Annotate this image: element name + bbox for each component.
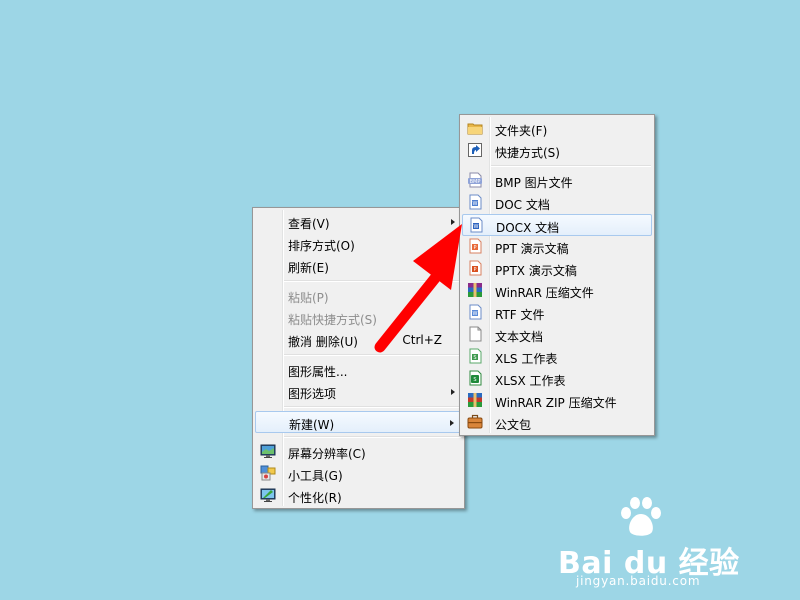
menu-item-label: DOC 文档 xyxy=(495,198,550,212)
menu-item-label: RTF 文件 xyxy=(495,308,545,322)
menu-item-label: 撤消 删除(U) xyxy=(288,335,358,349)
menu-item-label: WinRAR ZIP 压缩文件 xyxy=(495,396,617,410)
submenu-item-xls[interactable]: S XLS 工作表 xyxy=(462,346,652,368)
menu-item-label: 快捷方式(S) xyxy=(495,146,560,160)
menu-item-new[interactable]: 新建(W) xyxy=(255,411,462,433)
gadgets-icon xyxy=(260,465,276,481)
svg-text:BMP: BMP xyxy=(470,179,481,185)
shortcut-icon xyxy=(467,142,483,158)
svg-text:S: S xyxy=(473,377,476,383)
menu-separator xyxy=(284,436,461,438)
menu-item-label: 屏幕分辨率(C) xyxy=(288,447,366,461)
menu-item-shortcut: Ctrl+Z xyxy=(402,333,442,347)
menu-item-gadgets[interactable]: 小工具(G) xyxy=(255,463,462,485)
menu-separator xyxy=(284,406,461,408)
submenu-arrow-icon xyxy=(451,219,455,225)
ppt-file-icon: P xyxy=(467,238,483,254)
svg-text:W: W xyxy=(473,311,478,317)
submenu-item-folder[interactable]: 文件夹(F) xyxy=(462,118,652,140)
menu-item-label: 刷新(E) xyxy=(288,261,329,275)
submenu-arrow-icon xyxy=(451,389,455,395)
submenu-item-winrar[interactable]: WinRAR 压缩文件 xyxy=(462,280,652,302)
menu-item-label: 粘贴快捷方式(S) xyxy=(288,313,377,327)
menu-item-refresh[interactable]: 刷新(E) xyxy=(255,255,462,277)
watermark-url: jingyan.baidu.com xyxy=(576,574,701,588)
menu-item-label: 排序方式(O) xyxy=(288,239,355,253)
menu-item-sort-by[interactable]: 排序方式(O) xyxy=(255,233,462,255)
xlsx-file-icon: S xyxy=(467,370,483,386)
menu-item-label: PPT 演示文稿 xyxy=(495,242,569,256)
menu-separator xyxy=(491,165,651,167)
submenu-item-winrar-zip[interactable]: WinRAR ZIP 压缩文件 xyxy=(462,390,652,412)
menu-item-paste-shortcut[interactable]: 粘贴快捷方式(S) xyxy=(255,307,462,329)
menu-item-label: 图形属性... xyxy=(288,365,348,379)
menu-item-label: 图形选项 xyxy=(288,387,337,401)
submenu-item-rtf[interactable]: W RTF 文件 xyxy=(462,302,652,324)
rtf-file-icon: W xyxy=(467,304,483,320)
submenu-item-pptx[interactable]: P PPTX 演示文稿 xyxy=(462,258,652,280)
menu-item-screen-resolution[interactable]: 屏幕分辨率(C) xyxy=(255,441,462,463)
submenu-item-ppt[interactable]: P PPT 演示文稿 xyxy=(462,236,652,258)
menu-item-label: 小工具(G) xyxy=(288,469,343,483)
new-submenu: 文件夹(F) 快捷方式(S) BMP BMP 图片文件 W DOC 文档 W D… xyxy=(459,114,655,436)
menu-item-label: PPTX 演示文稿 xyxy=(495,264,577,278)
svg-text:P: P xyxy=(473,267,476,273)
menu-item-label: 粘贴(P) xyxy=(288,291,329,305)
paw-icon xyxy=(621,497,661,536)
svg-text:W: W xyxy=(473,201,478,207)
svg-text:P: P xyxy=(473,245,476,251)
svg-text:W: W xyxy=(474,224,479,230)
menu-item-label: BMP 图片文件 xyxy=(495,176,573,190)
submenu-item-docx[interactable]: W DOCX 文档 xyxy=(462,214,652,236)
submenu-item-shortcut[interactable]: 快捷方式(S) xyxy=(462,140,652,162)
submenu-item-doc[interactable]: W DOC 文档 xyxy=(462,192,652,214)
menu-separator xyxy=(284,354,461,356)
menu-item-label: WinRAR 压缩文件 xyxy=(495,286,594,300)
pptx-file-icon: P xyxy=(467,260,483,276)
menu-item-view[interactable]: 查看(V) xyxy=(255,211,462,233)
menu-item-label: DOCX 文档 xyxy=(496,221,560,235)
doc-file-icon: W xyxy=(467,194,483,210)
submenu-item-briefcase[interactable]: 公文包 xyxy=(462,412,652,434)
menu-item-label: 新建(W) xyxy=(289,418,335,432)
menu-item-label: 文本文档 xyxy=(495,330,544,344)
submenu-item-text-document[interactable]: 文本文档 xyxy=(462,324,652,346)
winrar-icon xyxy=(467,282,483,298)
monitor-icon xyxy=(260,443,276,459)
menu-item-label: XLSX 工作表 xyxy=(495,374,566,388)
menu-item-personalize[interactable]: 个性化(R) xyxy=(255,485,462,507)
baidu-watermark: Bai du 经验 jingyan.baidu.com xyxy=(558,496,758,588)
text-file-icon xyxy=(467,326,483,342)
menu-item-graphics-properties[interactable]: 图形属性... xyxy=(255,359,462,381)
bmp-file-icon: BMP xyxy=(467,172,483,188)
briefcase-icon xyxy=(467,414,483,430)
xls-file-icon: S xyxy=(467,348,483,364)
desktop-context-menu: 查看(V) 排序方式(O) 刷新(E) 粘贴(P) 粘贴快捷方式(S) 撤消 删… xyxy=(252,207,465,509)
menu-separator xyxy=(284,280,461,282)
submenu-arrow-icon xyxy=(450,420,454,426)
winrar-zip-icon xyxy=(467,392,483,408)
submenu-item-xlsx[interactable]: S XLSX 工作表 xyxy=(462,368,652,390)
menu-item-label: 文件夹(F) xyxy=(495,124,548,138)
menu-item-label: 个性化(R) xyxy=(288,491,342,505)
menu-item-label: 查看(V) xyxy=(288,217,330,231)
submenu-item-bmp[interactable]: BMP BMP 图片文件 xyxy=(462,170,652,192)
menu-item-label: XLS 工作表 xyxy=(495,352,558,366)
personalize-icon xyxy=(260,487,276,503)
svg-text:S: S xyxy=(473,355,476,361)
folder-icon xyxy=(467,120,483,136)
menu-item-paste[interactable]: 粘贴(P) xyxy=(255,285,462,307)
docx-file-icon: W xyxy=(468,217,484,233)
menu-item-undo-delete[interactable]: 撤消 删除(U) Ctrl+Z xyxy=(255,329,462,351)
menu-item-graphics-options[interactable]: 图形选项 xyxy=(255,381,462,403)
menu-item-label: 公文包 xyxy=(495,418,532,432)
